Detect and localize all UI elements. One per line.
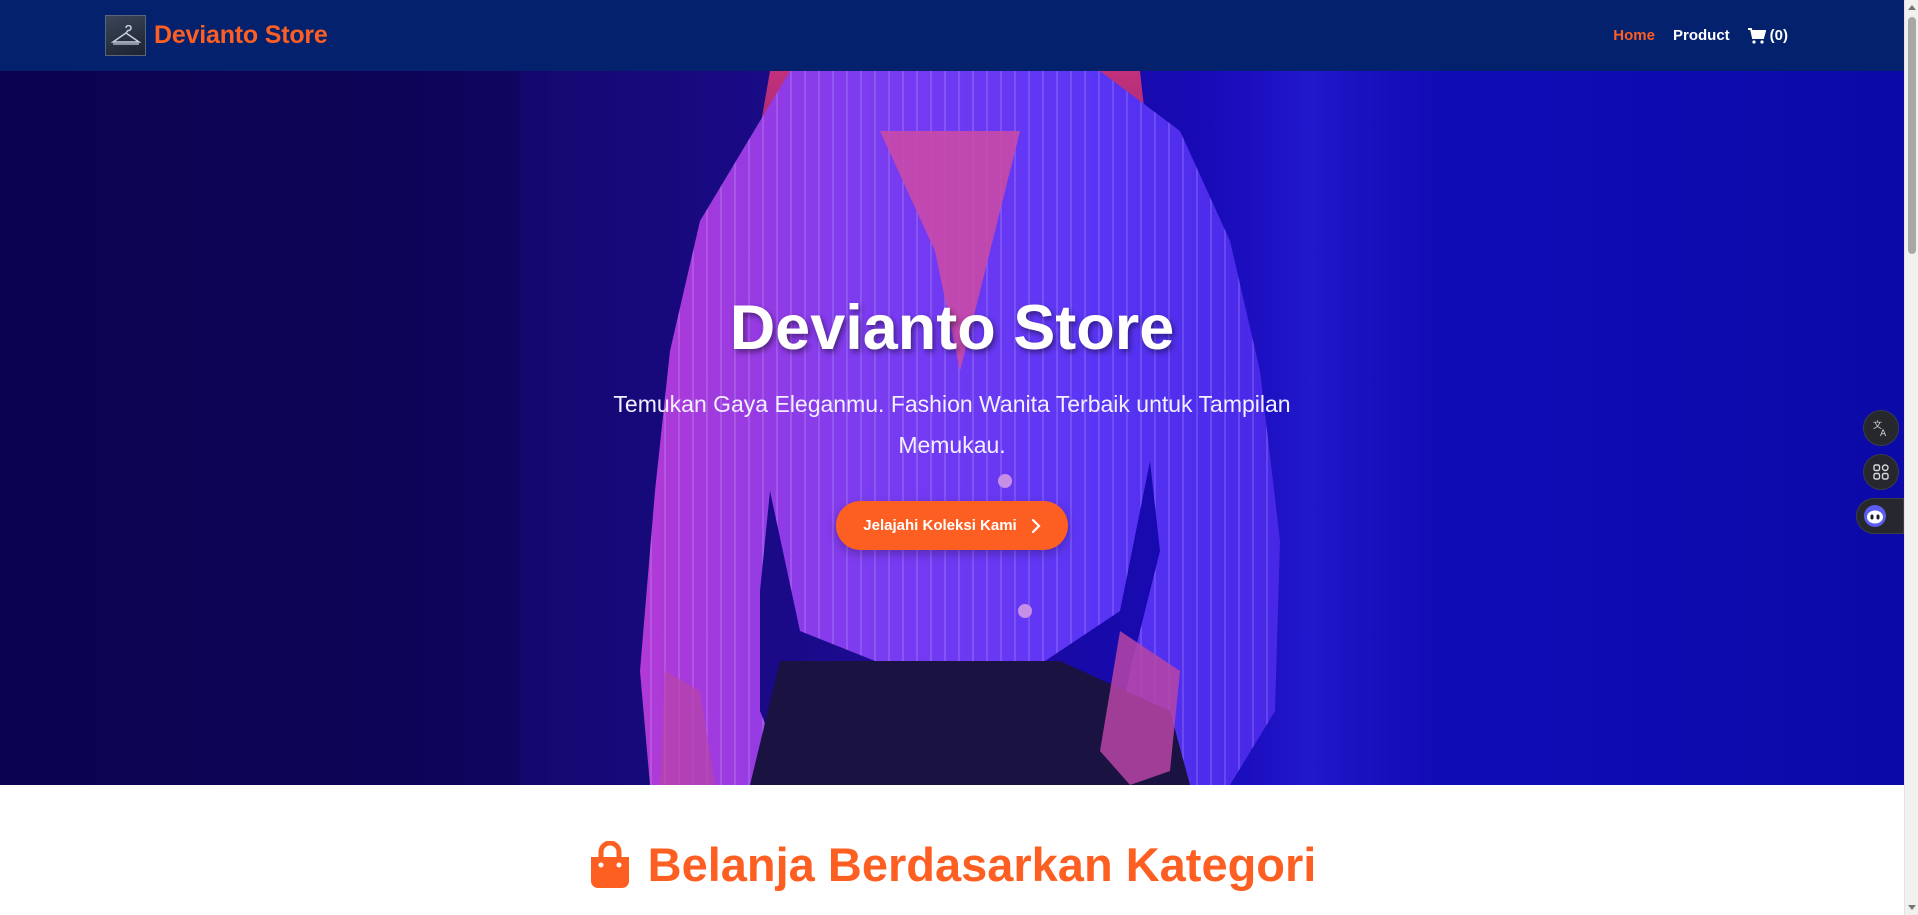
explore-collection-label: Jelajahi Koleksi Kami xyxy=(863,517,1017,534)
category-heading-text: Belanja Berdasarkan Kategori xyxy=(647,838,1317,891)
category-heading: Belanja Berdasarkan Kategori xyxy=(0,837,1904,892)
chevron-right-icon xyxy=(1031,518,1041,533)
cart-count: (0) xyxy=(1769,27,1788,44)
page: Devianto Store Home Product (0) Devianto… xyxy=(0,0,1918,915)
hero-content: Devianto Store Temukan Gaya Eleganmu. Fa… xyxy=(0,71,1904,785)
category-section: Belanja Berdasarkan Kategori xyxy=(0,785,1904,915)
hanger-icon xyxy=(110,24,141,45)
explore-collection-button[interactable]: Jelajahi Koleksi Kami xyxy=(836,501,1068,550)
translate-widget[interactable]: 文 A xyxy=(1863,410,1899,446)
shopping-cart-icon xyxy=(1747,27,1766,44)
assistant-bot-icon xyxy=(1864,505,1886,527)
scroll-down-arrow-icon[interactable] xyxy=(1908,905,1916,910)
hero-subtitle: Temukan Gaya Eleganmu. Fashion Wanita Te… xyxy=(613,391,1291,458)
cart-button[interactable]: (0) xyxy=(1747,27,1788,44)
store-logo xyxy=(105,15,146,56)
nav-links: Home Product (0) xyxy=(1613,0,1788,71)
hero-section: Devianto Store Temukan Gaya Eleganmu. Fa… xyxy=(0,71,1904,785)
apps-widget[interactable] xyxy=(1863,454,1899,490)
translate-icon: 文 A xyxy=(1873,419,1887,437)
svg-text:A: A xyxy=(1880,429,1887,437)
apps-grid-icon xyxy=(1873,464,1889,480)
nav-home-link[interactable]: Home xyxy=(1613,27,1655,44)
assistant-widget[interactable] xyxy=(1856,498,1904,534)
shopping-bag-icon xyxy=(590,840,629,888)
navbar: Devianto Store Home Product (0) xyxy=(0,0,1904,71)
nav-product-link[interactable]: Product xyxy=(1673,27,1730,44)
scroll-up-arrow-icon[interactable] xyxy=(1908,5,1916,10)
brand-name[interactable]: Devianto Store xyxy=(154,21,328,50)
page-scrollbar[interactable] xyxy=(1904,0,1918,915)
scroll-thumb[interactable] xyxy=(1908,17,1916,254)
brand[interactable]: Devianto Store xyxy=(105,15,328,56)
hero-title: Devianto Store xyxy=(729,293,1175,363)
